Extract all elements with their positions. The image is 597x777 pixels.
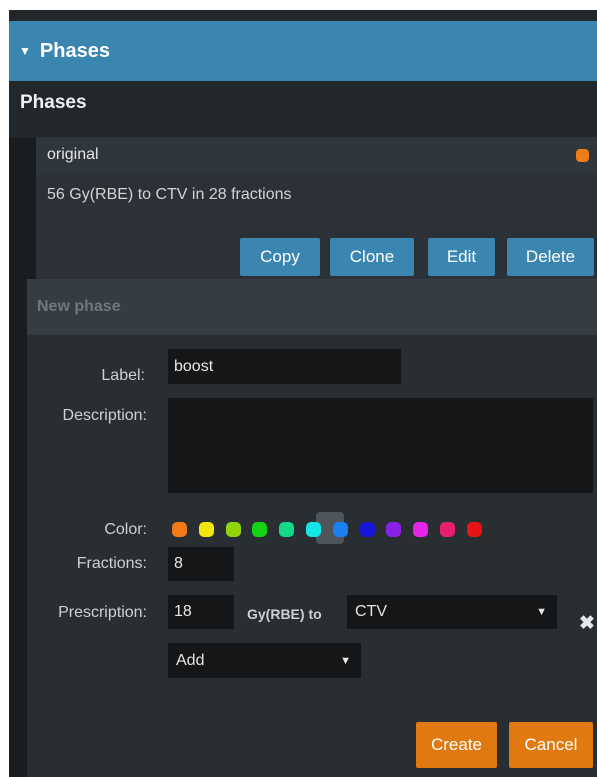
cancel-button[interactable]: Cancel [509, 722, 593, 768]
create-button[interactable]: Create [416, 722, 497, 768]
color-swatch[interactable] [466, 522, 482, 537]
add-target-select[interactable]: Add ▼ [168, 643, 361, 678]
target-select[interactable]: CTV ▼ [347, 595, 557, 629]
color-field-label: Color: [104, 521, 147, 538]
add-select-value: Add [176, 651, 205, 669]
delete-button[interactable]: Delete [507, 238, 594, 276]
section-title: Phases [20, 92, 87, 113]
phase-color-indicator [576, 149, 589, 162]
color-swatch[interactable] [279, 522, 295, 537]
color-swatch[interactable] [359, 522, 375, 537]
new-phase-title: New phase [37, 298, 121, 315]
description-field-label: Description: [62, 407, 147, 424]
copy-button[interactable]: Copy [240, 238, 320, 276]
phases-collapsible-header[interactable]: ▼ Phases [9, 21, 597, 81]
new-phase-header: New phase [27, 279, 597, 335]
color-swatch[interactable] [413, 522, 429, 537]
phase-description: 56 Gy(RBE) to CTV in 28 fractions [47, 186, 292, 203]
color-swatch[interactable] [332, 522, 348, 537]
color-swatch[interactable] [172, 522, 187, 537]
prescription-field-label: Prescription: [58, 604, 147, 621]
clone-button[interactable]: Clone [330, 238, 414, 276]
fractions-input[interactable] [168, 547, 234, 581]
phase-header: original [36, 137, 597, 175]
label-input[interactable] [168, 349, 401, 384]
color-swatch[interactable] [306, 522, 321, 537]
color-swatch[interactable] [225, 522, 241, 537]
dropdown-arrow-icon: ▼ [536, 606, 547, 618]
color-swatch[interactable] [440, 522, 455, 537]
phase-card: original 56 Gy(RBE) to CTV in 28 fractio… [36, 137, 597, 284]
description-textarea[interactable] [168, 398, 593, 493]
phase-label: original [47, 146, 99, 163]
target-select-value: CTV [355, 603, 387, 620]
fractions-field-label: Fractions: [76, 555, 147, 572]
remove-target-icon[interactable]: ✖ [579, 612, 595, 635]
color-swatch[interactable] [386, 522, 402, 537]
dropdown-arrow-icon: ▼ [340, 654, 351, 667]
color-swatch[interactable] [252, 522, 268, 537]
label-field-label: Label: [101, 367, 145, 384]
phases-panel: ▼ Phases Phases original 56 Gy(RBE) to C… [9, 10, 597, 777]
edit-button[interactable]: Edit [428, 238, 495, 276]
header-title: Phases [39, 39, 110, 62]
prescription-input[interactable] [168, 595, 234, 629]
dose-unit-text: Gy(RBE) to [247, 606, 322, 622]
color-swatch[interactable] [198, 522, 214, 537]
collapse-triangle-icon[interactable]: ▼ [19, 44, 31, 58]
